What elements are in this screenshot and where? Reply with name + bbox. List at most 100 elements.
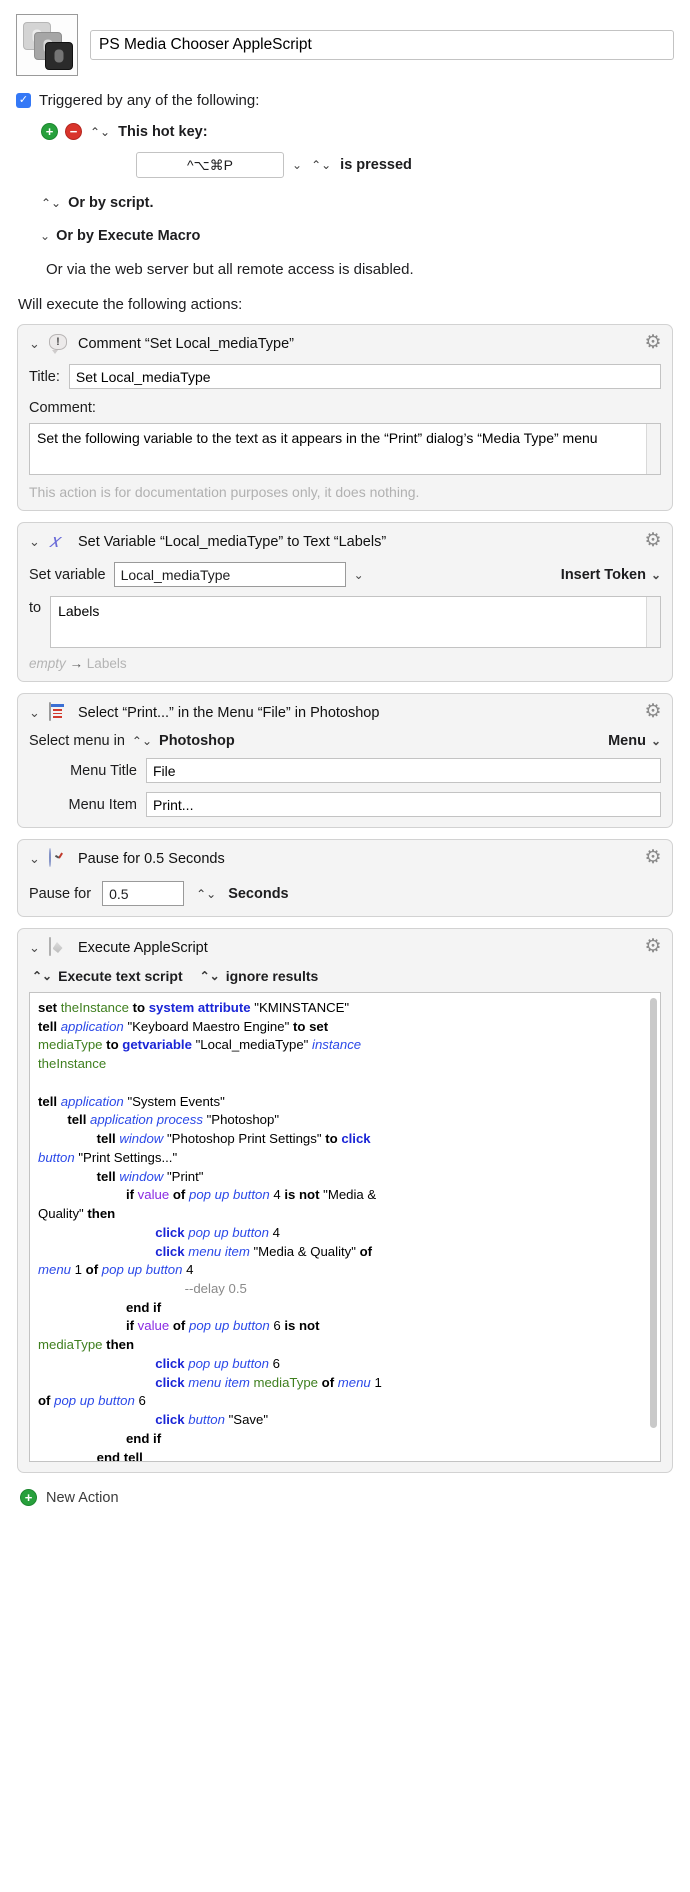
scroll-grip[interactable] <box>646 424 660 474</box>
trigger-enabled-label: Triggered by any of the following: <box>39 92 260 109</box>
updown-chevron-icon[interactable]: ⌃⌄ <box>90 125 110 139</box>
application-name[interactable]: Photoshop <box>159 733 235 749</box>
code-token: application <box>60 1093 128 1109</box>
action-header-set-variable[interactable]: ⌄ 𝑥 Set Variable “Local_mediaType” to Te… <box>18 523 672 560</box>
code-token: pop up button <box>189 1318 274 1334</box>
code-token: "Photoshop Print Settings" <box>167 1131 326 1147</box>
updown-chevron-icon-3[interactable]: ⌃⌄ <box>41 196 61 210</box>
action-header-comment[interactable]: ⌄ ! Comment “Set Local_mediaType” ⚙ <box>18 325 672 362</box>
results-mode-label: ignore results <box>225 968 319 984</box>
disclosure-chevron-icon-4[interactable]: ⌄ <box>29 851 40 867</box>
new-action-add-button[interactable]: + <box>20 1489 37 1506</box>
app-updown-chevron-icon[interactable]: ⌃⌄ <box>132 734 152 748</box>
action-card-comment[interactable]: ⌄ ! Comment “Set Local_mediaType” ⚙ Titl… <box>17 324 673 511</box>
action-card-execute-applescript[interactable]: ⌄ Execute AppleScript ⚙ ⌃⌄ Execute text … <box>17 928 673 1473</box>
code-token: "System Events" <box>127 1093 225 1109</box>
menu-mode-dropdown[interactable]: Menu ⌄ <box>608 733 661 749</box>
results-mode-dropdown[interactable]: ⌃⌄ ignore results <box>199 968 319 984</box>
disclosure-chevron-icon-2[interactable]: ⌄ <box>29 534 40 550</box>
variable-dropdown-chevron-icon[interactable]: ⌄ <box>354 568 364 582</box>
comment-title-input[interactable]: Set Local_mediaType <box>68 364 661 389</box>
code-scrollbar[interactable] <box>650 998 657 1428</box>
script-mode-dropdown[interactable]: ⌃⌄ Execute text script <box>31 968 183 984</box>
code-token: getvariable <box>122 1037 196 1053</box>
action-card-pause[interactable]: ⌄ Pause for 0.5 Seconds ⚙ Pause for 0.5 … <box>17 839 673 917</box>
chevron-down-icon[interactable]: ⌄ <box>292 158 302 172</box>
code-token: tell <box>38 1018 61 1034</box>
result-preview-from: empty <box>29 656 66 671</box>
action-body-select-menu: Select menu in ⌃⌄ Photoshop Menu ⌄ Menu … <box>18 733 672 827</box>
code-line: click pop up button 4 <box>38 1224 652 1243</box>
code-token: theInstance <box>60 1000 133 1015</box>
or-by-execute-macro-row[interactable]: ⌄ Or by Execute Macro <box>40 228 674 244</box>
comment-body-textarea[interactable]: Set the following variable to the text a… <box>29 423 661 475</box>
set-variable-label: Set variable <box>29 566 106 583</box>
is-pressed-label[interactable]: is pressed <box>340 157 412 173</box>
gear-icon-2[interactable]: ⚙ <box>643 531 663 551</box>
action-header-applescript[interactable]: ⌄ Execute AppleScript ⚙ <box>18 929 672 966</box>
macro-header: PS Media Chooser AppleScript <box>0 14 690 76</box>
gear-icon-5[interactable]: ⚙ <box>643 937 663 957</box>
gear-icon[interactable]: ⚙ <box>643 333 663 353</box>
trigger-section: ✓ Triggered by any of the following: + −… <box>0 92 690 313</box>
code-token: end if <box>38 1430 162 1446</box>
remove-trigger-button[interactable]: − <box>65 123 82 140</box>
code-token: click <box>38 1412 189 1428</box>
variable-name-input[interactable]: Local_mediaType <box>113 562 346 587</box>
code-token: click <box>38 1243 189 1259</box>
code-token: mediaType <box>38 1037 107 1053</box>
hotkey-trigger-label[interactable]: This hot key: <box>118 124 207 140</box>
action-title-5: Execute AppleScript <box>78 940 208 956</box>
macro-name-input[interactable]: PS Media Chooser AppleScript <box>90 30 674 60</box>
disclosure-chevron-icon[interactable]: ⌄ <box>29 336 40 352</box>
code-token: menu <box>337 1374 375 1390</box>
chevron-down-icon-2[interactable]: ⌄ <box>40 229 50 243</box>
updown-chevron-icon-2[interactable]: ⌃⌄ <box>311 158 331 172</box>
code-token: menu <box>38 1262 75 1278</box>
code-line: tell window "Photoshop Print Settings" t… <box>38 1130 652 1149</box>
code-token: "Photoshop" <box>206 1112 280 1128</box>
new-action-row[interactable]: + New Action <box>0 1473 690 1524</box>
code-token: then <box>106 1337 135 1353</box>
menu-item-value: Print... <box>153 796 194 813</box>
code-token: is not <box>284 1318 320 1334</box>
code-line: click pop up button 6 <box>38 1355 652 1374</box>
trigger-checkbox[interactable]: ✓ <box>16 93 31 108</box>
disclosure-chevron-icon-3[interactable]: ⌄ <box>29 705 40 721</box>
action-card-set-variable[interactable]: ⌄ 𝑥 Set Variable “Local_mediaType” to Te… <box>17 522 673 682</box>
or-by-script-row[interactable]: ⌃⌄ Or by script. <box>40 195 674 211</box>
pause-units-label[interactable]: Seconds <box>228 886 288 902</box>
code-token: window <box>119 1131 167 1147</box>
menu-title-input[interactable]: File <box>146 758 661 783</box>
disclosure-chevron-icon-5[interactable]: ⌄ <box>29 940 40 956</box>
gear-icon-3[interactable]: ⚙ <box>643 702 663 722</box>
keyboard-keys-icon[interactable] <box>16 14 78 76</box>
code-line: tell application "Keyboard Maestro Engin… <box>38 1018 652 1037</box>
action-card-select-menu[interactable]: ⌄ Select “Print...” in the Menu “File” i… <box>17 693 673 828</box>
add-trigger-button[interactable]: + <box>41 123 58 140</box>
code-token: to <box>106 1037 123 1053</box>
hotkey-input[interactable]: ^⌥⌘P <box>136 152 284 178</box>
key-glyph-front <box>45 42 73 70</box>
menu-item-input[interactable]: Print... <box>146 792 661 817</box>
action-header-pause[interactable]: ⌄ Pause for 0.5 Seconds ⚙ <box>18 840 672 877</box>
code-line: tell application "System Events" <box>38 1093 652 1112</box>
applescript-code-editor[interactable]: set theInstance to system attribute "KMI… <box>29 992 661 1462</box>
select-menu-in-label: Select menu in <box>29 733 125 749</box>
units-updown-chevron-icon[interactable]: ⌃⌄ <box>196 887 216 901</box>
code-line: click menu item "Media & Quality" of <box>38 1243 652 1262</box>
insert-token-button[interactable]: Insert Token ⌄ <box>561 567 661 583</box>
gear-icon-4[interactable]: ⚙ <box>643 848 663 868</box>
action-body-applescript: ⌃⌄ Execute text script ⌃⌄ ignore results… <box>18 966 672 1472</box>
comment-title-label: Title: <box>29 368 60 385</box>
code-token: "Print" <box>167 1168 204 1184</box>
code-line: --delay 0.5 <box>38 1280 652 1299</box>
to-value-textarea[interactable]: Labels <box>50 596 661 648</box>
action-title: Comment “Set Local_mediaType” <box>78 336 294 352</box>
code-token: pop up button <box>189 1187 274 1203</box>
scroll-grip-2[interactable] <box>646 597 660 647</box>
pause-duration-input[interactable]: 0.5 <box>102 881 185 906</box>
action-header-select-menu[interactable]: ⌄ Select “Print...” in the Menu “File” i… <box>18 694 672 731</box>
trigger-enabled-row: ✓ Triggered by any of the following: <box>16 92 674 109</box>
